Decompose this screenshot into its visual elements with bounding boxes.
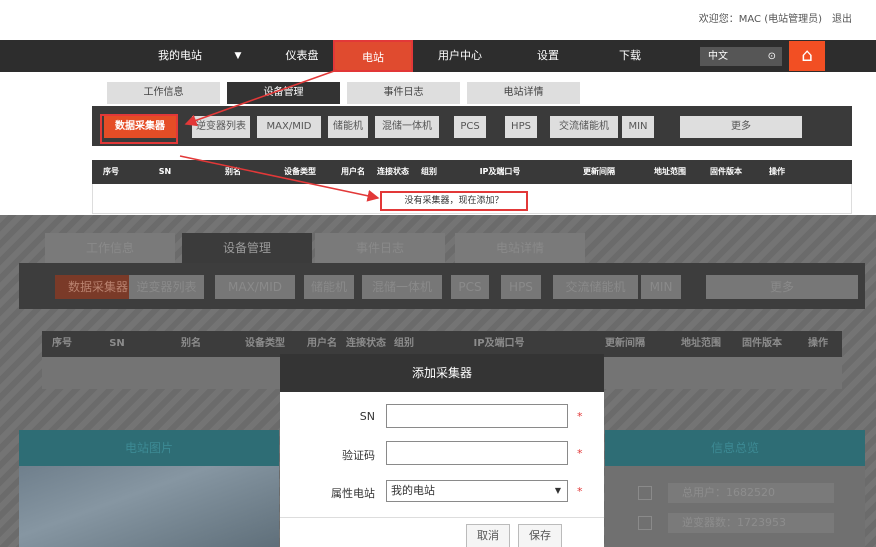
col-sn-dim: SN bbox=[109, 338, 125, 349]
save-button[interactable]: 保存 bbox=[518, 524, 562, 547]
plant-select-value: 我的电站 bbox=[391, 484, 435, 497]
info-overview-card-title: 信息总览 bbox=[605, 430, 865, 466]
inverter-count-label: 逆变器数： bbox=[682, 516, 737, 529]
total-users-value: 1682520 bbox=[726, 486, 775, 499]
info-overview-card bbox=[605, 466, 865, 547]
subtab-ac-storage-dim[interactable]: 交流储能机 bbox=[553, 275, 638, 299]
plant-required-mark: * bbox=[577, 485, 583, 498]
code-required-mark: * bbox=[577, 447, 583, 460]
inverter-icon bbox=[638, 516, 652, 530]
arrow-to-add-link bbox=[179, 155, 380, 202]
subtab-hybrid-storage-dim[interactable]: 混储一体机 bbox=[362, 275, 442, 299]
subtab-hps-dim[interactable]: HPS bbox=[501, 275, 541, 299]
col-index-dim: 序号 bbox=[52, 338, 72, 349]
inverter-count-value: 1723953 bbox=[737, 516, 786, 529]
info-inverter-count: 逆变器数：1723953 bbox=[668, 513, 834, 533]
plant-photo-card-title: 电站图片 bbox=[19, 430, 279, 466]
col-action-dim: 操作 bbox=[808, 338, 828, 349]
verification-code-label: 验证码 bbox=[342, 449, 375, 462]
subtab-storage-dim[interactable]: 储能机 bbox=[304, 275, 354, 299]
device-type-bar-dim: 数据采集器 逆变器列表 MAX/MID 储能机 混储一体机 PCS HPS 交流… bbox=[19, 263, 865, 309]
add-datalogger-dialog: 添加采集器 SN * 验证码 * 属性电站 我的电站 ▼ * 取消 保存 bbox=[280, 354, 604, 547]
sn-required-mark: * bbox=[577, 410, 583, 423]
plant-select[interactable]: 我的电站 ▼ bbox=[386, 480, 568, 502]
col-firmware-dim: 固件版本 bbox=[742, 338, 782, 349]
col-alias-dim: 别名 bbox=[181, 338, 201, 349]
plant-photo bbox=[19, 466, 279, 547]
main-screenshot-panel: 欢迎您：MAC (电站管理员) 退出 我的电站 ▼ 仪表盘 电站 用户中心 设置 … bbox=[0, 0, 876, 215]
user-icon bbox=[638, 486, 652, 500]
arrow-to-datalogger bbox=[184, 100, 251, 127]
subtab-inverter-list-dim[interactable]: 逆变器列表 bbox=[129, 275, 204, 299]
subtab-more-dim[interactable]: 更多 bbox=[706, 275, 858, 299]
sn-input[interactable] bbox=[386, 404, 568, 428]
info-total-users: 总用户：1682520 bbox=[668, 483, 834, 503]
dialog-title: 添加采集器 bbox=[280, 354, 604, 392]
subtab-pcs-dim[interactable]: PCS bbox=[451, 275, 489, 299]
subtab-max-mid-dim[interactable]: MAX/MID bbox=[215, 275, 295, 299]
plant-label: 属性电站 bbox=[331, 487, 375, 500]
tab-event-log-dim[interactable]: 事件日志 bbox=[315, 233, 445, 263]
dialog-divider bbox=[280, 517, 604, 518]
col-address-range-dim: 地址范围 bbox=[681, 338, 721, 349]
chevron-down-icon: ▼ bbox=[554, 486, 561, 495]
tab-plant-details-dim[interactable]: 电站详情 bbox=[455, 233, 585, 263]
total-users-label: 总用户： bbox=[682, 486, 726, 499]
cancel-button[interactable]: 取消 bbox=[466, 524, 510, 547]
sn-label: SN bbox=[359, 410, 375, 423]
annotation-arrows bbox=[179, 69, 380, 202]
verification-code-input[interactable] bbox=[386, 441, 568, 465]
tab-device-management-dim[interactable]: 设备管理 bbox=[182, 233, 312, 263]
arrow-plant-to-device-tab bbox=[249, 69, 338, 102]
dialog-screenshot-panel: 工作信息 设备管理 事件日志 电站详情 数据采集器 逆变器列表 MAX/MID … bbox=[0, 215, 876, 547]
subtab-min-dim[interactable]: MIN bbox=[641, 275, 681, 299]
tab-work-info-dim[interactable]: 工作信息 bbox=[45, 233, 175, 263]
